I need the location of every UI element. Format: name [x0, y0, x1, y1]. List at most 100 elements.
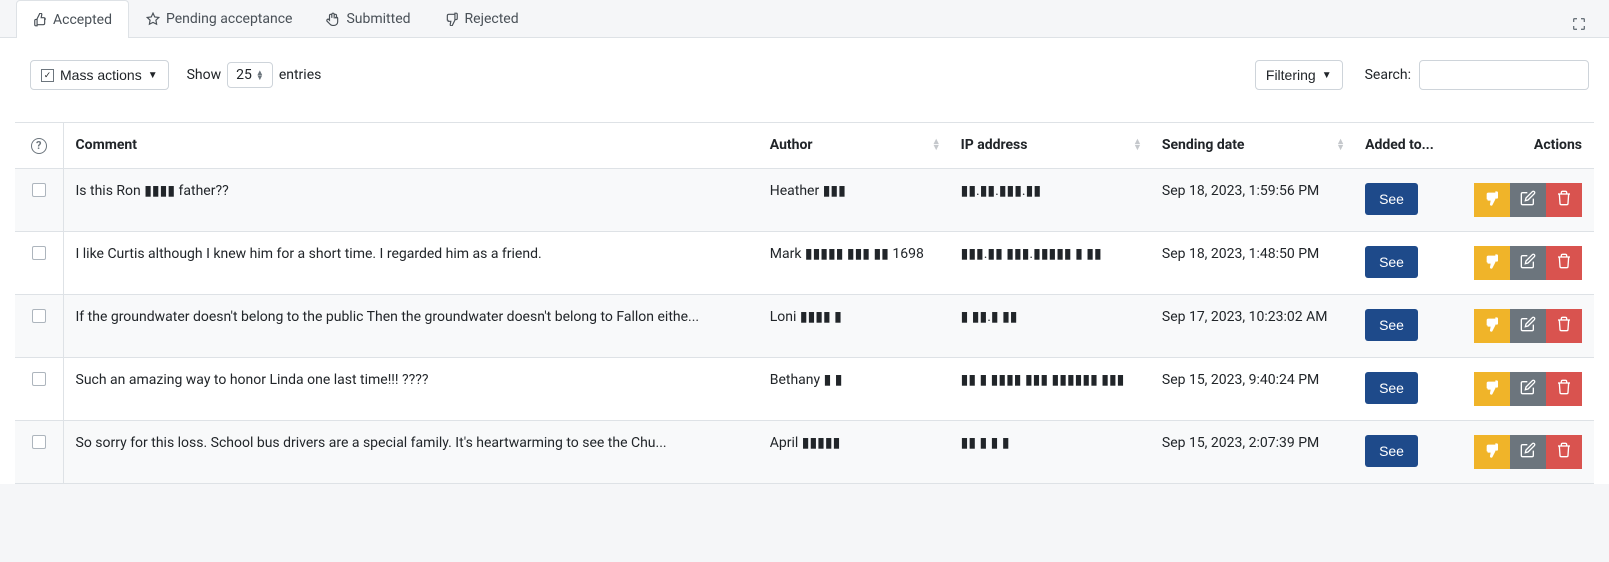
col-actions: Actions — [1452, 123, 1594, 169]
reject-button[interactable] — [1474, 435, 1510, 469]
edit-button[interactable] — [1510, 309, 1546, 343]
table-row: I like Curtis although I knew him for a … — [15, 231, 1594, 294]
table-row: Is this Ron ▮▮▮▮ father??Heather ▮▮▮▮▮.▮… — [15, 168, 1594, 231]
row-checkbox[interactable] — [32, 372, 46, 386]
tab-pending[interactable]: Pending acceptance — [129, 0, 310, 37]
see-button[interactable]: See — [1365, 246, 1418, 278]
tab-submitted[interactable]: Submitted — [309, 0, 427, 37]
entries-label: entries — [279, 67, 322, 83]
comments-table: ? Comment Author ▲▼ IP address ▲▼ Sendin… — [15, 122, 1594, 484]
reject-button[interactable] — [1474, 246, 1510, 280]
cell-author: Mark ▮▮▮▮▮ ▮▮▮ ▮▮ 1698 — [758, 231, 949, 294]
thumbs-down-icon — [1484, 442, 1500, 461]
cell-date: Sep 18, 2023, 1:59:56 PM — [1150, 168, 1353, 231]
search-input[interactable] — [1419, 60, 1589, 90]
edit-icon — [1520, 253, 1536, 272]
col-added-to: Added to... — [1353, 123, 1452, 169]
cell-added-to: See — [1353, 168, 1452, 231]
edit-button[interactable] — [1510, 435, 1546, 469]
edit-button[interactable] — [1510, 183, 1546, 217]
tab-label: Rejected — [465, 11, 519, 27]
sort-icon: ▲▼ — [1133, 139, 1142, 151]
cell-ip: ▮▮.▮▮.▮▮▮.▮▮ — [949, 168, 1150, 231]
stepper-icon: ▲▼ — [256, 70, 264, 80]
delete-button[interactable] — [1546, 435, 1582, 469]
table-row: So sorry for this loss. School bus drive… — [15, 420, 1594, 483]
star-icon — [146, 12, 160, 26]
delete-button[interactable] — [1546, 309, 1582, 343]
reject-button[interactable] — [1474, 372, 1510, 406]
hand-icon — [326, 12, 340, 26]
sort-icon: ▲▼ — [1336, 139, 1345, 151]
cell-author: Heather ▮▮▮ — [758, 168, 949, 231]
delete-button[interactable] — [1546, 372, 1582, 406]
col-ip[interactable]: IP address ▲▼ — [949, 123, 1150, 169]
cell-added-to: See — [1353, 357, 1452, 420]
thumbs-up-icon — [33, 13, 47, 27]
cell-date: Sep 17, 2023, 10:23:02 AM — [1150, 294, 1353, 357]
help-icon[interactable]: ? — [31, 138, 47, 154]
col-comment: Comment — [63, 123, 758, 169]
filtering-button[interactable]: Filtering ▼ — [1255, 60, 1343, 90]
trash-icon — [1556, 442, 1572, 461]
row-checkbox[interactable] — [32, 309, 46, 323]
cell-ip: ▮ ▮▮.▮ ▮▮ — [949, 294, 1150, 357]
reject-button[interactable] — [1474, 309, 1510, 343]
edit-button[interactable] — [1510, 246, 1546, 280]
tab-label: Pending acceptance — [166, 11, 293, 27]
reject-button[interactable] — [1474, 183, 1510, 217]
cell-added-to: See — [1353, 231, 1452, 294]
cell-comment: Is this Ron ▮▮▮▮ father?? — [63, 168, 758, 231]
expand-icon[interactable] — [1571, 16, 1587, 32]
filtering-label: Filtering — [1266, 67, 1316, 83]
see-button[interactable]: See — [1365, 309, 1418, 341]
cell-date: Sep 15, 2023, 9:40:24 PM — [1150, 357, 1353, 420]
thumbs-down-icon — [1484, 253, 1500, 272]
cell-author: April ▮▮▮▮▮ — [758, 420, 949, 483]
mass-actions-label: Mass actions — [60, 67, 142, 83]
trash-icon — [1556, 379, 1572, 398]
table-row: Such an amazing way to honor Linda one l… — [15, 357, 1594, 420]
search-label: Search: — [1365, 67, 1411, 83]
trash-icon — [1556, 316, 1572, 335]
row-checkbox[interactable] — [32, 435, 46, 449]
col-author[interactable]: Author ▲▼ — [758, 123, 949, 169]
row-checkbox[interactable] — [32, 246, 46, 260]
edit-icon — [1520, 190, 1536, 209]
entries-select[interactable]: 25 ▲▼ — [227, 62, 273, 88]
checkbox-icon: ✓ — [41, 69, 54, 82]
tab-label: Accepted — [53, 12, 112, 28]
cell-actions — [1452, 231, 1594, 294]
panel: ✓ Mass actions ▼ Show 25 ▲▼ entries Filt… — [0, 38, 1609, 484]
cell-actions — [1452, 357, 1594, 420]
see-button[interactable]: See — [1365, 435, 1418, 467]
see-button[interactable]: See — [1365, 372, 1418, 404]
trash-icon — [1556, 190, 1572, 209]
cell-ip: ▮▮ ▮ ▮▮▮▮ ▮▮▮ ▮▮▮▮▮▮ ▮▮▮ — [949, 357, 1150, 420]
thumbs-down-icon — [445, 12, 459, 26]
cell-comment: If the groundwater doesn't belong to the… — [63, 294, 758, 357]
col-sending-date[interactable]: Sending date ▲▼ — [1150, 123, 1353, 169]
tab-accepted[interactable]: Accepted — [16, 0, 129, 38]
toolbar: ✓ Mass actions ▼ Show 25 ▲▼ entries Filt… — [0, 38, 1609, 104]
delete-button[interactable] — [1546, 183, 1582, 217]
cell-actions — [1452, 420, 1594, 483]
tab-rejected[interactable]: Rejected — [428, 0, 536, 37]
cell-ip: ▮▮ ▮ ▮ ▮ — [949, 420, 1150, 483]
delete-button[interactable] — [1546, 246, 1582, 280]
table-row: If the groundwater doesn't belong to the… — [15, 294, 1594, 357]
edit-button[interactable] — [1510, 372, 1546, 406]
caret-down-icon: ▼ — [1322, 70, 1332, 81]
cell-actions — [1452, 168, 1594, 231]
edit-icon — [1520, 442, 1536, 461]
cell-comment: So sorry for this loss. School bus drive… — [63, 420, 758, 483]
cell-ip: ▮▮▮.▮▮ ▮▮▮.▮▮▮▮▮ ▮ ▮▮ — [949, 231, 1150, 294]
cell-date: Sep 15, 2023, 2:07:39 PM — [1150, 420, 1353, 483]
status-tabs: Accepted Pending acceptance Submitted Re… — [0, 0, 1609, 38]
row-checkbox[interactable] — [32, 183, 46, 197]
see-button[interactable]: See — [1365, 183, 1418, 215]
mass-actions-button[interactable]: ✓ Mass actions ▼ — [30, 60, 169, 90]
edit-icon — [1520, 316, 1536, 335]
sort-icon: ▲▼ — [932, 139, 941, 151]
thumbs-down-icon — [1484, 190, 1500, 209]
